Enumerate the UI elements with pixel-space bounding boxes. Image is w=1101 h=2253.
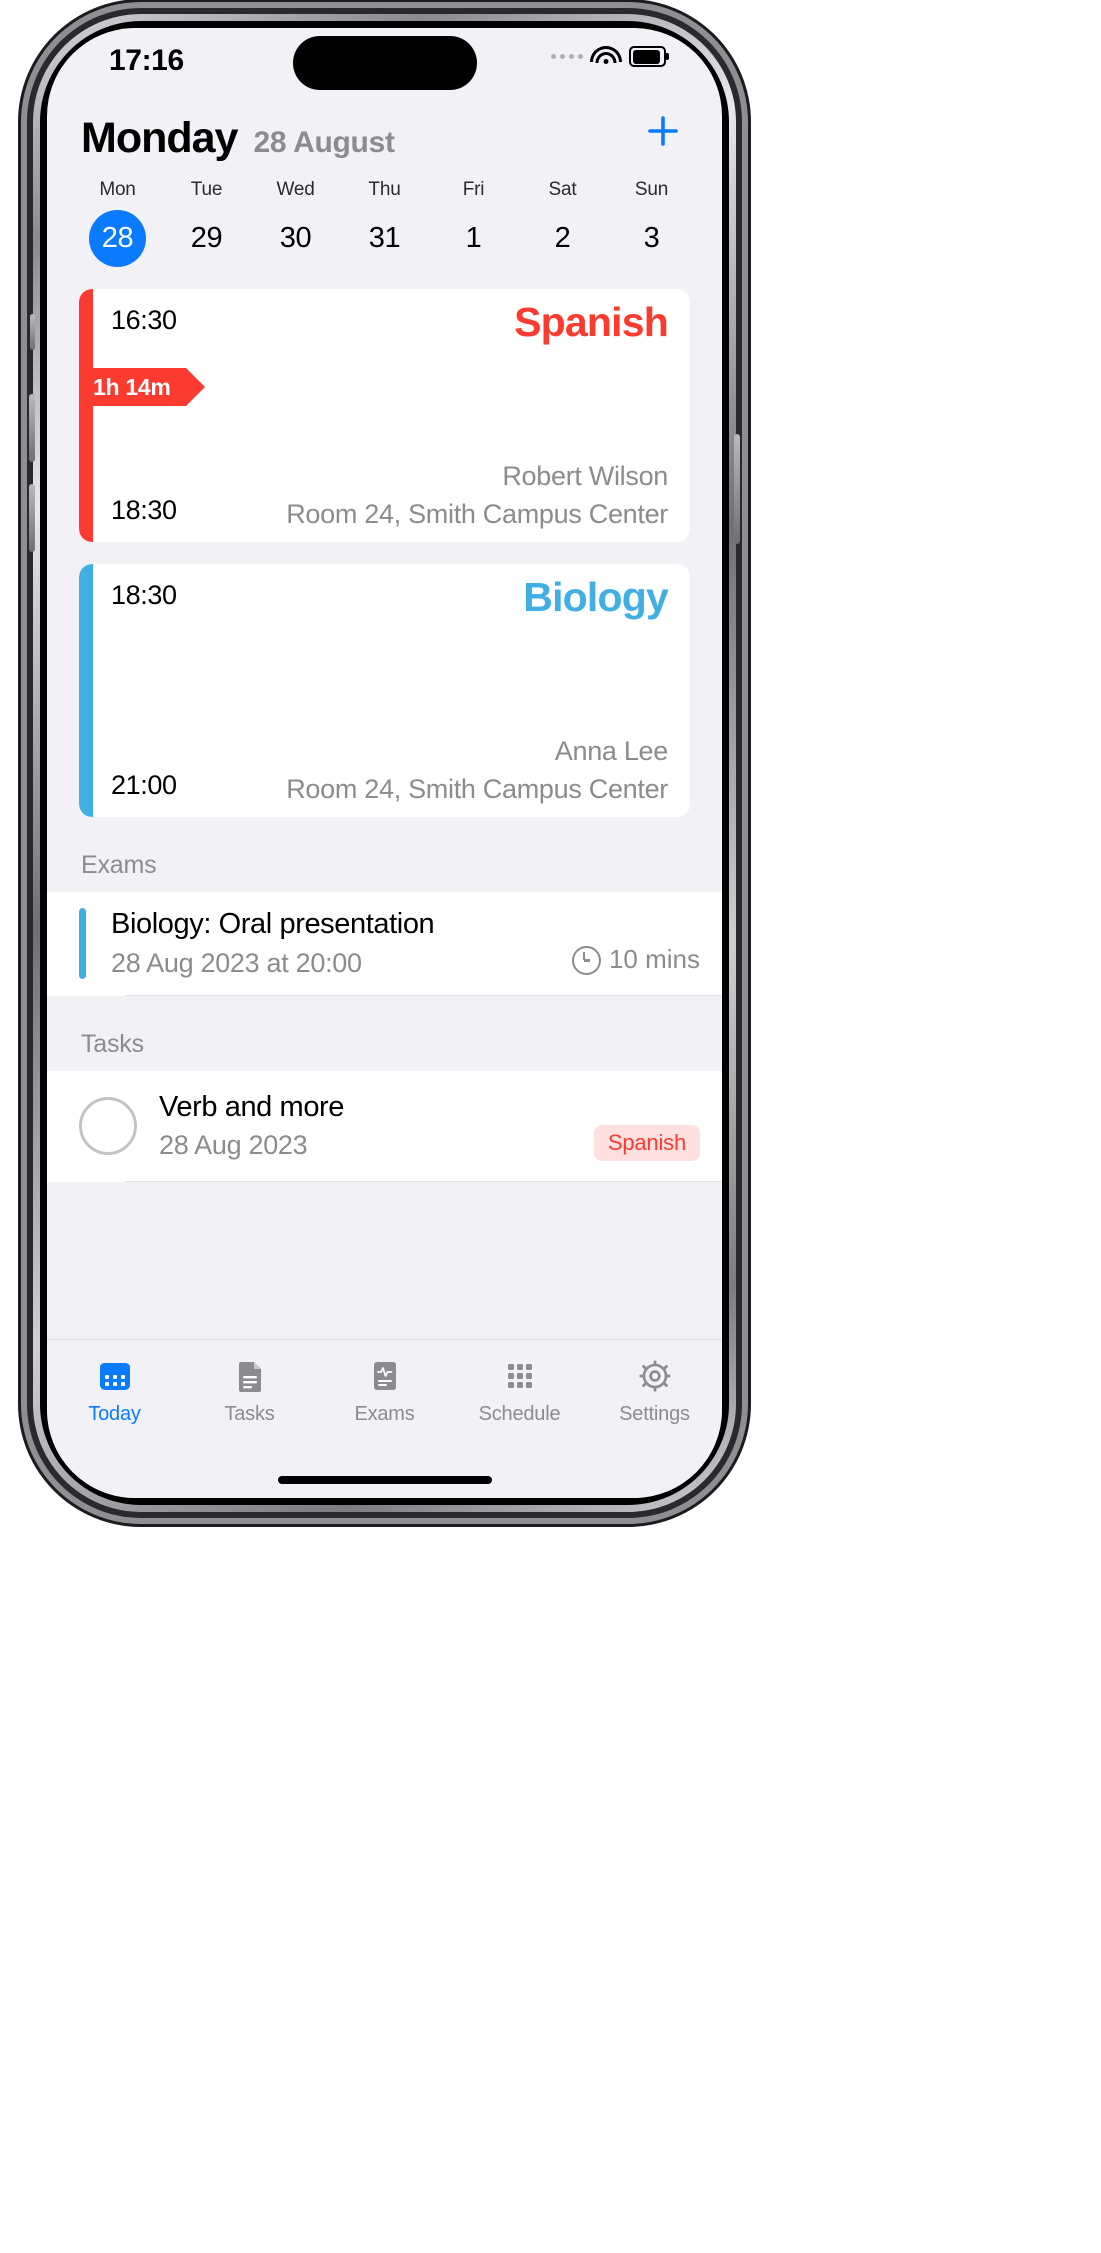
- page-subtitle-date: 28 August: [253, 126, 395, 159]
- exam-duration-label: 10 mins: [608, 944, 700, 974]
- exam-datetime: 28 Aug 2023 at 20:00: [111, 948, 362, 978]
- weekday-label: Tue: [190, 179, 223, 200]
- battery-icon: [629, 46, 669, 67]
- lesson-list: 16:30 18:30 Spanish Robert Wilson Room 2…: [47, 283, 722, 817]
- weekday-number[interactable]: 3: [623, 210, 680, 267]
- silent-switch[interactable]: [30, 314, 35, 350]
- weekday-number[interactable]: 1: [445, 210, 502, 267]
- tab-exams[interactable]: Exams: [317, 1356, 452, 1426]
- week-day-sun[interactable]: Sun 3: [607, 179, 696, 267]
- clock-icon: [571, 946, 601, 975]
- tab-tasks[interactable]: Tasks: [182, 1356, 317, 1426]
- weekday-number[interactable]: 29: [178, 210, 235, 267]
- lesson-title: Biology: [523, 574, 669, 620]
- lesson-room: Room 24, Smith Campus Center: [286, 499, 668, 529]
- tab-label: Today: [88, 1403, 141, 1425]
- weekday-number[interactable]: 30: [267, 210, 324, 267]
- week-day-thu[interactable]: Thu 31: [340, 179, 429, 267]
- lesson-room: Room 24, Smith Campus Center: [286, 774, 668, 804]
- tab-label: Tasks: [224, 1403, 275, 1425]
- exams-section-heading: Exams: [81, 851, 157, 879]
- tab-schedule[interactable]: Schedule: [452, 1356, 587, 1426]
- iphone-device: 17:16 Monday 28 August Mon 28 Tue 29 Wed…: [29, 14, 740, 1512]
- task-checkbox[interactable]: [79, 1097, 137, 1155]
- task-subject-tag: Spanish: [593, 1125, 700, 1161]
- exam-accent-bar: [79, 908, 86, 979]
- week-day-sat[interactable]: Sat 2: [518, 179, 607, 267]
- week-day-fri[interactable]: Fri 1: [429, 179, 518, 267]
- weekday-label: Thu: [368, 179, 401, 200]
- lesson-teacher: Anna Lee: [554, 736, 669, 766]
- lesson-teacher: Robert Wilson: [502, 461, 668, 491]
- page-header: Monday 28 August: [47, 92, 722, 169]
- home-indicator[interactable]: [277, 1476, 492, 1484]
- tab-today[interactable]: Today: [47, 1356, 182, 1426]
- lesson-card-body: 16:30 18:30 Spanish Robert Wilson Room 2…: [93, 289, 690, 542]
- tab-label: Schedule: [478, 1403, 561, 1425]
- task-info: Verb and more 28 Aug 2023: [159, 1091, 572, 1161]
- app-screen: 17:16 Monday 28 August Mon 28 Tue 29 Wed…: [47, 28, 722, 1498]
- exam-info: Biology: Oral presentation 28 Aug 2023 a…: [100, 908, 558, 979]
- exam-duration: 10 mins: [571, 908, 700, 979]
- weekday-number[interactable]: 2: [534, 210, 591, 267]
- weekday-label: Sat: [548, 179, 577, 200]
- calendar-icon: [95, 1356, 135, 1396]
- weekday-number[interactable]: 28: [89, 210, 146, 267]
- tab-settings[interactable]: Settings: [587, 1356, 722, 1426]
- week-day-tue[interactable]: Tue 29: [162, 179, 251, 267]
- weekday-label: Sun: [634, 179, 669, 200]
- tab-label: Exams: [354, 1403, 415, 1425]
- task-row[interactable]: Verb and more 28 Aug 2023 Spanish: [47, 1071, 722, 1181]
- plus-icon: [648, 116, 678, 146]
- lesson-card-body: 18:30 21:00 Biology Anna Lee Room 24, Sm…: [93, 564, 690, 817]
- lesson-card-biology[interactable]: 18:30 21:00 Biology Anna Lee Room 24, Sm…: [79, 564, 690, 817]
- power-button[interactable]: [734, 434, 740, 544]
- list-divider: [125, 1181, 722, 1182]
- status-bar-indicators: [551, 46, 669, 67]
- weekday-number[interactable]: 31: [356, 210, 413, 267]
- weekday-label: Mon: [99, 179, 136, 200]
- weekday-label: Fri: [462, 179, 485, 200]
- weekday-label: Wed: [276, 179, 315, 200]
- week-day-mon[interactable]: Mon 28: [73, 179, 162, 267]
- status-bar-time: 17:16: [109, 44, 184, 77]
- lesson-end-time: 18:30: [111, 495, 177, 525]
- lesson-accent-bar: [79, 564, 93, 817]
- week-day-wed[interactable]: Wed 30: [251, 179, 340, 267]
- wifi-icon: [590, 46, 622, 67]
- add-button[interactable]: [640, 108, 686, 154]
- tab-bar: Today Tasks Exams Schedule Settings: [47, 1339, 722, 1498]
- lesson-start-time: 18:30: [111, 580, 177, 610]
- lesson-end-time: 21:00: [111, 770, 177, 800]
- cellular-dots-icon: [551, 54, 583, 59]
- tab-label: Settings: [619, 1403, 690, 1425]
- exam-row[interactable]: Biology: Oral presentation 28 Aug 2023 a…: [47, 892, 722, 995]
- exams-list: Biology: Oral presentation 28 Aug 2023 a…: [47, 892, 722, 996]
- lesson-accent-bar: [79, 289, 93, 542]
- week-strip[interactable]: Mon 28 Tue 29 Wed 30 Thu 31 Fri 1 Sat 2 …: [47, 169, 722, 283]
- tasks-section-heading: Tasks: [81, 1030, 144, 1058]
- status-bar: 17:16: [47, 28, 722, 92]
- volume-up-button[interactable]: [29, 394, 35, 462]
- volume-down-button[interactable]: [29, 484, 35, 552]
- exam-title: Biology: Oral presentation: [111, 908, 435, 940]
- dynamic-island: [292, 36, 477, 90]
- task-date: 28 Aug 2023: [159, 1130, 308, 1160]
- page-title: Monday: [81, 114, 238, 162]
- grid-icon: [500, 1356, 540, 1396]
- document-icon: [230, 1356, 270, 1396]
- gear-icon: [635, 1356, 675, 1396]
- lesson-start-time: 16:30: [111, 305, 177, 335]
- lesson-title: Spanish: [514, 299, 669, 345]
- exam-sheet-icon: [365, 1356, 405, 1396]
- screenshot-stage: 17:16 Monday 28 August Mon 28 Tue 29 Wed…: [0, 0, 1101, 2253]
- lesson-remaining-badge: 1h 14m: [79, 368, 207, 406]
- task-title: Verb and more: [159, 1091, 345, 1123]
- tasks-list: Verb and more 28 Aug 2023 Spanish: [47, 1071, 722, 1182]
- lesson-card-spanish[interactable]: 16:30 18:30 Spanish Robert Wilson Room 2…: [79, 289, 690, 542]
